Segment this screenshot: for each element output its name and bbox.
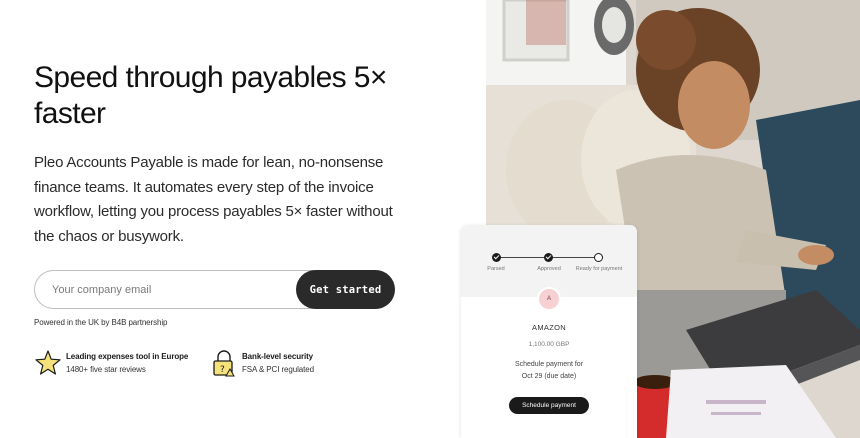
get-started-button[interactable]: Get started <box>296 270 395 309</box>
invoice-amount: 1,100.00 GBP <box>528 341 570 348</box>
page-title: Speed through payables 5× faster <box>34 61 387 130</box>
badge-title: Leading expenses tool in Europe <box>66 352 189 361</box>
step-parsed-check-icon <box>492 253 501 262</box>
hero-section: Speed through payables 5× faster Pleo Ac… <box>34 0 434 438</box>
hero-description: Pleo Accounts Payable is made for lean, … <box>34 154 393 245</box>
step-connector <box>497 257 549 258</box>
step-label: Ready for payment <box>575 266 623 272</box>
step-ready-circle-icon <box>594 253 603 262</box>
step-label: Parsed <box>487 266 505 272</box>
invoice-card: Parsed Approved Ready for payment A AMAZ… <box>461 225 637 438</box>
vendor-name: AMAZON <box>532 323 566 332</box>
schedule-text: Schedule payment for <box>514 361 584 368</box>
due-date-text: Oct 29 (due date) <box>521 373 577 380</box>
badge-subtitle: FSA & PCI regulated <box>242 365 314 374</box>
step-approved-check-icon <box>544 253 553 262</box>
svg-text:?: ? <box>220 365 225 375</box>
star-icon <box>35 350 61 375</box>
badge-subtitle: 1480+ five star reviews <box>66 365 146 374</box>
step-label: Approved <box>537 266 561 272</box>
schedule-payment-button[interactable]: Schedule payment <box>509 397 589 414</box>
vendor-avatar: A <box>537 287 561 311</box>
powered-by-text: Powered in the UK by B4B partnership <box>34 318 168 327</box>
signup-form: Get started <box>34 270 395 309</box>
lock-icon: ? <box>213 350 235 377</box>
trust-badges: Leading expenses tool in Europe 1480+ fi… <box>34 349 414 381</box>
email-field[interactable] <box>34 270 314 309</box>
badge-title: Bank-level security <box>242 352 314 361</box>
